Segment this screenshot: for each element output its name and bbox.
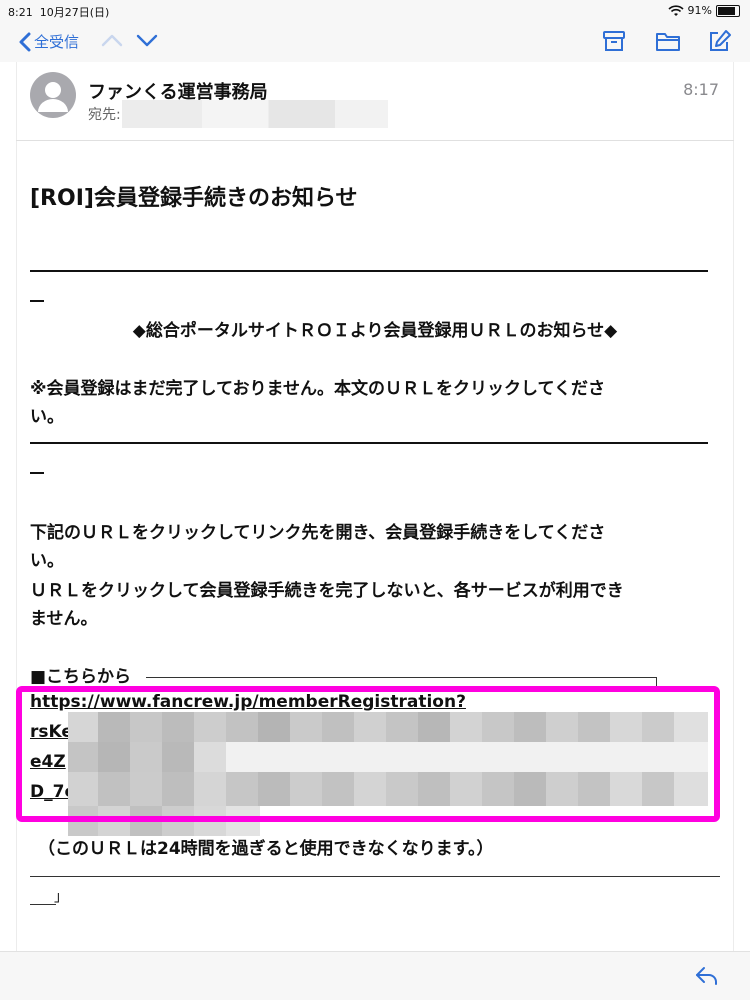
mail-toolbar: 全受信 (0, 22, 750, 62)
recipient-redacted (122, 100, 388, 128)
compose-icon[interactable] (706, 28, 732, 54)
status-time: 8:21 10月27日(日) (8, 6, 110, 19)
bottom-toolbar (0, 951, 750, 1000)
instruction-line-3: ＵＲＬをクリックして会員登録手続きを完了しないと、各サービスが利用でき (30, 581, 624, 601)
separator-line (30, 270, 708, 272)
reply-icon[interactable] (694, 964, 720, 988)
previous-message-button[interactable] (100, 30, 124, 50)
separator-line (30, 442, 708, 444)
person-icon (38, 82, 68, 112)
back-button[interactable]: 全受信 (18, 31, 79, 52)
next-message-button[interactable] (135, 30, 159, 50)
back-label: 全受信 (34, 33, 80, 51)
archive-icon[interactable] (601, 28, 627, 54)
instruction-line-1: 下記のＵＲＬをクリックしてリンク先を開き、会員登録手続きをしてくださ (30, 523, 606, 543)
battery-icon (716, 4, 740, 17)
header-divider (16, 140, 734, 141)
instruction-line-4: ません。 (30, 609, 98, 629)
chevron-left-icon (19, 32, 31, 51)
battery-percent: 91% (687, 4, 712, 17)
box-bottom-stub (30, 904, 56, 905)
box-top-line (146, 677, 656, 678)
separator-stub (30, 300, 44, 302)
separator-stub (30, 472, 44, 474)
announcement: ◆総合ポータルサイトＲＯＩより会員登録用ＵＲＬのお知らせ◆ (132, 321, 618, 341)
status-bar: 8:21 10月27日(日) 91% (0, 0, 750, 22)
email-subject: [ROI]会員登録手続きのお知らせ (30, 186, 358, 211)
recipient-label: 宛先: (88, 107, 121, 123)
instruction-line-2: い。 (30, 551, 64, 571)
notice-line-1: ※会員登録はまだ完了しておりません。本文のＵＲＬをクリックしてくださ (30, 379, 605, 399)
notice-line-2: い。 (30, 407, 64, 427)
status-date: 10月27日(日) (39, 6, 110, 19)
folder-icon[interactable] (654, 28, 682, 54)
url-highlight-box (16, 686, 720, 822)
url-validity-note: （このＵＲＬは24時間を過ぎると使用できなくなります。） (38, 839, 494, 859)
received-time: 8:17 (683, 80, 719, 99)
box-bottom-line (30, 876, 720, 877)
wifi-icon (667, 4, 684, 16)
box-corner-bracket: 」 (54, 889, 68, 905)
avatar (30, 72, 76, 118)
